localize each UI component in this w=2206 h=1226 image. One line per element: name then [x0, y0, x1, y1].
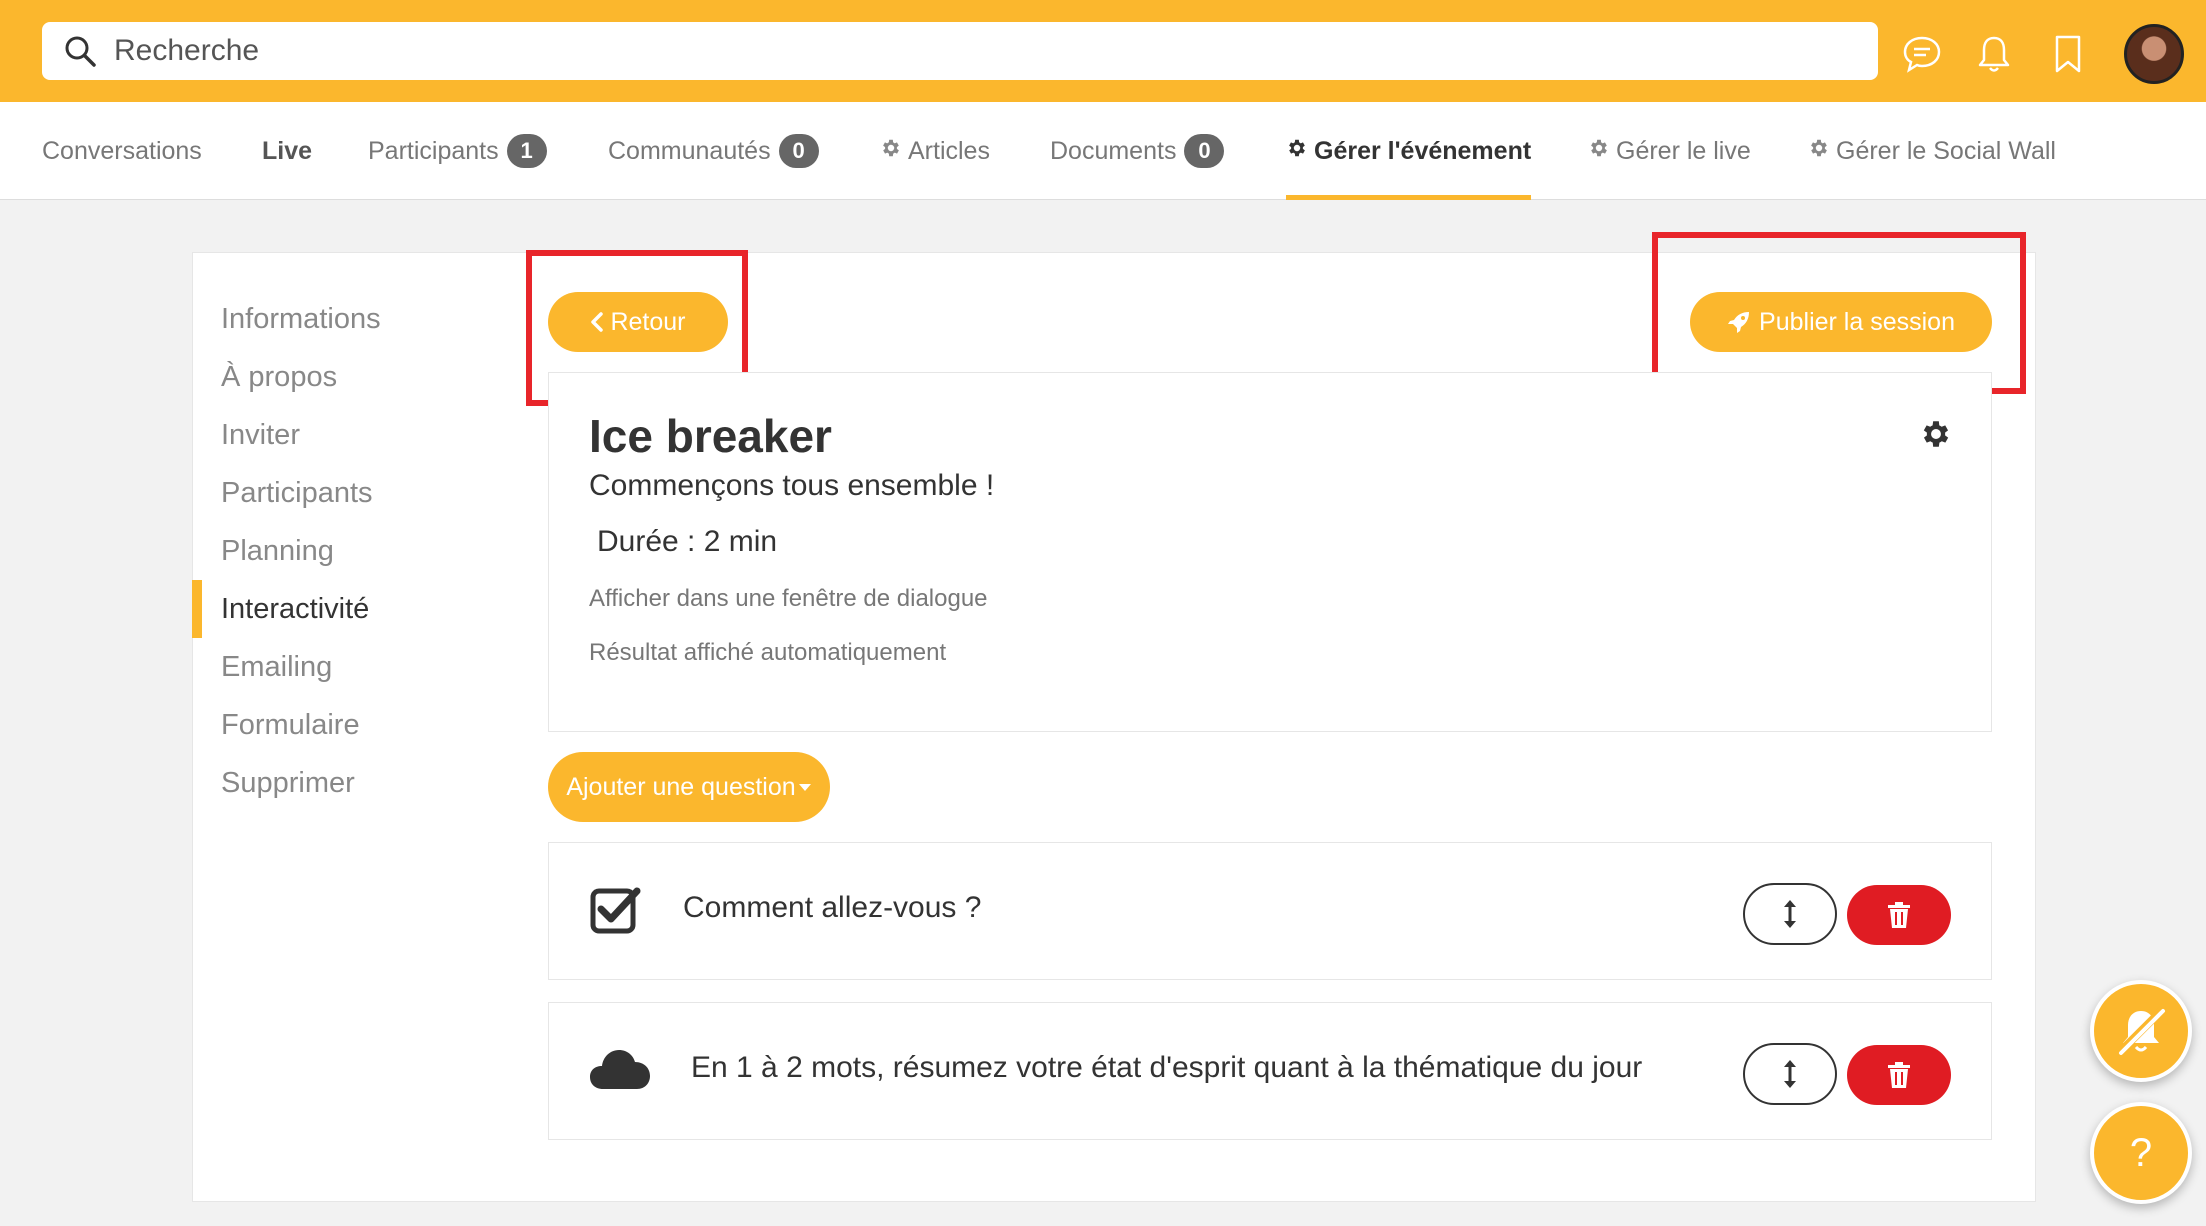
display-option: Afficher dans une fenêtre de dialogue: [589, 585, 988, 612]
tab-communautes[interactable]: Communautés 0: [608, 102, 819, 200]
search-icon: [60, 31, 100, 71]
tab-conversations[interactable]: Conversations: [42, 102, 202, 200]
gear-icon: [880, 137, 902, 166]
top-bar: [0, 0, 2206, 102]
session-duration: Durée : 2 min: [597, 525, 778, 558]
bell-slash-icon: [2111, 1001, 2171, 1061]
sidebar-item-inviter[interactable]: Inviter: [192, 406, 492, 464]
sidebar-item-formulaire[interactable]: Formulaire: [192, 696, 492, 754]
caret-down-icon: [798, 782, 812, 792]
tab-documents[interactable]: Documents 0: [1050, 102, 1225, 200]
tab-gerer-live[interactable]: Gérer le live: [1588, 102, 1751, 200]
reorder-button[interactable]: [1743, 883, 1837, 945]
cloud-icon: [589, 1047, 651, 1096]
question-text: En 1 à 2 mots, résumez votre état d'espr…: [691, 1051, 1643, 1084]
session-panel: Ice breaker Commençons tous ensemble ! D…: [548, 372, 1992, 732]
bookmark-icon[interactable]: [2046, 32, 2090, 76]
sidebar-item-interactivite[interactable]: Interactivité: [192, 580, 492, 638]
sidebar-item-participants[interactable]: Participants: [192, 464, 492, 522]
sidebar-item-informations[interactable]: Informations: [192, 290, 492, 348]
count-badge: 1: [506, 134, 547, 168]
question-text: Comment allez-vous ?: [683, 891, 982, 924]
highlight-box: [1652, 232, 2026, 394]
delete-button[interactable]: [1847, 1045, 1951, 1105]
tab-live[interactable]: Live: [262, 102, 312, 200]
tab-gerer-social-wall[interactable]: Gérer le Social Wall: [1808, 102, 2056, 200]
checkbox-icon: [589, 885, 645, 940]
reorder-button[interactable]: [1743, 1043, 1837, 1105]
avatar[interactable]: [2124, 24, 2184, 84]
gear-icon: [1286, 137, 1308, 166]
question-row: En 1 à 2 mots, résumez votre état d'espr…: [548, 1002, 1992, 1140]
trash-icon: [1887, 901, 1911, 929]
sidebar-item-planning[interactable]: Planning: [192, 522, 492, 580]
help-button[interactable]: ?: [2090, 1102, 2192, 1204]
count-badge: 0: [778, 134, 819, 168]
chat-icon[interactable]: [1900, 32, 1944, 76]
tab-gerer-evenement[interactable]: Gérer l'événement: [1286, 102, 1532, 200]
gear-icon: [1588, 137, 1610, 166]
bell-icon[interactable]: [1972, 32, 2016, 76]
tab-participants[interactable]: Participants 1: [368, 102, 547, 200]
result-option: Résultat affiché automatiquement: [589, 639, 947, 666]
session-subtitle: Commençons tous ensemble !: [589, 469, 995, 502]
trash-icon: [1887, 1061, 1911, 1089]
help-label: ?: [2129, 1130, 2153, 1175]
delete-button[interactable]: [1847, 885, 1951, 945]
question-row: Comment allez-vous ?: [548, 842, 1992, 980]
tab-bar: Conversations Live Participants 1 Communa…: [0, 102, 2206, 200]
settings-sidebar: Informations À propos Inviter Participan…: [192, 290, 492, 812]
gear-icon: [1808, 137, 1830, 166]
gear-icon[interactable]: [1919, 417, 1953, 456]
session-title: Ice breaker: [589, 410, 832, 462]
sidebar-item-a-propos[interactable]: À propos: [192, 348, 492, 406]
vertical-arrows-icon: [1783, 1059, 1797, 1089]
search-box[interactable]: [42, 22, 1878, 80]
mute-notifications-button[interactable]: [2090, 980, 2192, 1082]
search-input[interactable]: [114, 34, 1814, 68]
tab-articles[interactable]: Articles: [880, 102, 990, 200]
count-badge: 0: [1184, 134, 1225, 168]
add-question-dropdown[interactable]: Ajouter une question: [548, 752, 830, 822]
sidebar-item-emailing[interactable]: Emailing: [192, 638, 492, 696]
vertical-arrows-icon: [1783, 899, 1797, 929]
sidebar-item-supprimer[interactable]: Supprimer: [192, 754, 492, 812]
active-tab-indicator: [1286, 195, 1532, 200]
